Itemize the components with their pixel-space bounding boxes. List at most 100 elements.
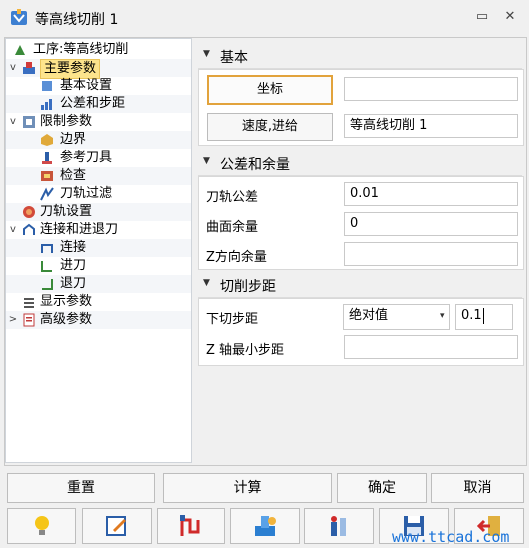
down-step-label: 下切步距: [206, 312, 259, 327]
tree-label: 边界: [60, 132, 87, 147]
tree-label: 连接和进退刀: [40, 222, 119, 237]
link-icon: [41, 244, 53, 253]
tolerance-field[interactable]: 0.01: [344, 182, 518, 206]
section-title: 基本: [220, 50, 248, 66]
min-z-step-field[interactable]: [344, 335, 518, 359]
simulate-icon: [255, 516, 276, 536]
display-params-icon: [24, 298, 34, 308]
chevron-down-icon: ▾: [440, 311, 445, 321]
chevron-right-icon[interactable]: >: [7, 311, 19, 329]
boundary-icon: [41, 134, 53, 146]
tree-item-toolpath-settings[interactable]: 刀轨设置: [6, 203, 191, 221]
generate-toolpath-button[interactable]: [157, 508, 225, 544]
down-step-value-field[interactable]: 0.1: [455, 304, 513, 330]
tree-item-check[interactable]: 检查: [6, 167, 191, 185]
tree-label: 刀轨设置: [40, 204, 93, 219]
tolerance-icon: [41, 99, 52, 110]
text-cursor: [482, 307, 484, 324]
check-icon: [41, 171, 53, 181]
tree-label-selected: 主要参数: [40, 59, 101, 79]
tree-label: 连接: [60, 240, 87, 255]
lead-out-icon: [42, 279, 53, 290]
parameter-tree: 工序:等高线切削 v 主要参数 基本设置 公差和步距 v 限制参数 边界 参考刀…: [5, 38, 192, 463]
hint-icon: [34, 516, 49, 535]
section-stepover-header[interactable]: ▼ 切削步距: [198, 273, 522, 298]
window-title: 等高线切削 1: [35, 12, 119, 28]
section-tolerance-header[interactable]: ▼ 公差和余量: [198, 151, 522, 176]
chevron-down-icon[interactable]: v: [7, 221, 19, 239]
main-params-icon: [23, 62, 35, 74]
tolerance-label: 刀轨公差: [206, 190, 259, 205]
tree-label: 限制参数: [40, 114, 93, 129]
reference-tool-icon: [42, 152, 52, 164]
tree-label: 退刀: [60, 276, 87, 291]
close-icon[interactable]: ✕: [502, 9, 518, 25]
simulate-button[interactable]: [230, 508, 300, 544]
parameters-button[interactable]: [304, 508, 374, 544]
app-icon: [11, 9, 27, 25]
tree-item-operation[interactable]: 工序:等高线切削: [6, 41, 191, 59]
tree-item-link-lead[interactable]: v 连接和进退刀: [6, 221, 191, 239]
toolpath-icon: [180, 515, 200, 536]
chevron-down-icon[interactable]: v: [7, 59, 19, 77]
surface-stock-field[interactable]: 0: [344, 212, 518, 236]
collapse-arrow-icon: ▼: [203, 278, 210, 288]
watermark-text: www.ttcad.com: [392, 528, 510, 546]
z-stock-field[interactable]: [344, 242, 518, 266]
tree-item-display-params[interactable]: 显示参数: [6, 293, 191, 311]
edit-icon: [106, 516, 126, 536]
tree-label: 显示参数: [40, 294, 93, 309]
tree-label: 刀轨过滤: [60, 186, 113, 201]
title-bar: 等高线切削 1 ▭ ✕: [0, 0, 529, 36]
tree-label: 参考刀具: [60, 150, 113, 165]
edit-button[interactable]: [82, 508, 152, 544]
hint-button[interactable]: [7, 508, 76, 544]
chevron-down-icon[interactable]: v: [7, 113, 19, 131]
toolpath-filter-icon: [40, 187, 54, 201]
collapse-arrow-icon: ▼: [203, 156, 210, 166]
limit-params-icon: [23, 116, 35, 128]
tree-item-limit-params[interactable]: v 限制参数: [6, 113, 191, 131]
reset-button[interactable]: 重置: [7, 473, 155, 503]
tree-item-link[interactable]: 连接: [6, 239, 191, 257]
link-lead-icon: [23, 223, 35, 235]
down-step-mode-select[interactable]: 绝对值 ▾: [343, 304, 450, 330]
tree-item-toolpath-filter[interactable]: 刀轨过滤: [6, 185, 191, 203]
toolpath-settings-icon: [23, 206, 35, 218]
tree-item-lead-in[interactable]: 进刀: [6, 257, 191, 275]
tree-label: 检查: [60, 168, 87, 183]
advanced-params-icon: [23, 313, 35, 327]
tree-item-basic-settings[interactable]: 基本设置: [6, 77, 191, 95]
z-stock-label: Z方向余量: [206, 250, 267, 265]
section-title: 公差和余量: [220, 157, 290, 173]
tree-label: 公差和步距: [60, 96, 126, 111]
parameters-icon: [331, 516, 346, 536]
coordinate-field[interactable]: [344, 77, 518, 101]
tree-item-advanced-params[interactable]: > 高级参数: [6, 311, 191, 329]
tree-label: 高级参数: [40, 312, 93, 327]
collapse-arrow-icon: ▼: [203, 49, 210, 59]
operation-name-field[interactable]: 等高线切削 1: [344, 114, 518, 138]
tree-item-boundary[interactable]: 边界: [6, 131, 191, 149]
surface-stock-label: 曲面余量: [206, 220, 259, 235]
operation-icon: [15, 45, 25, 55]
down-step-value: 0.1: [461, 308, 482, 323]
cancel-button[interactable]: 取消: [431, 473, 524, 503]
tree-item-lead-out[interactable]: 退刀: [6, 275, 191, 293]
tree-item-tolerance[interactable]: 公差和步距: [6, 95, 191, 113]
lead-in-icon: [41, 261, 52, 272]
tree-label: 基本设置: [60, 78, 113, 93]
down-step-mode-value: 绝对值: [349, 308, 389, 323]
tree-item-reference-tool[interactable]: 参考刀具: [6, 149, 191, 167]
min-z-step-label: Z 轴最小步距: [206, 343, 285, 358]
basic-settings-icon: [42, 81, 52, 91]
coordinate-button[interactable]: 坐标: [207, 75, 333, 105]
tree-item-main-params[interactable]: v 主要参数: [6, 59, 191, 79]
section-title: 切削步距: [220, 279, 276, 295]
feeds-speeds-button[interactable]: 速度,进给: [207, 113, 333, 141]
tree-label: 进刀: [60, 258, 87, 273]
calculate-button[interactable]: 计算: [163, 473, 332, 503]
help-icon[interactable]: ▭: [474, 9, 490, 25]
ok-button[interactable]: 确定: [337, 473, 427, 503]
section-basic-header[interactable]: ▼ 基本: [198, 44, 522, 69]
